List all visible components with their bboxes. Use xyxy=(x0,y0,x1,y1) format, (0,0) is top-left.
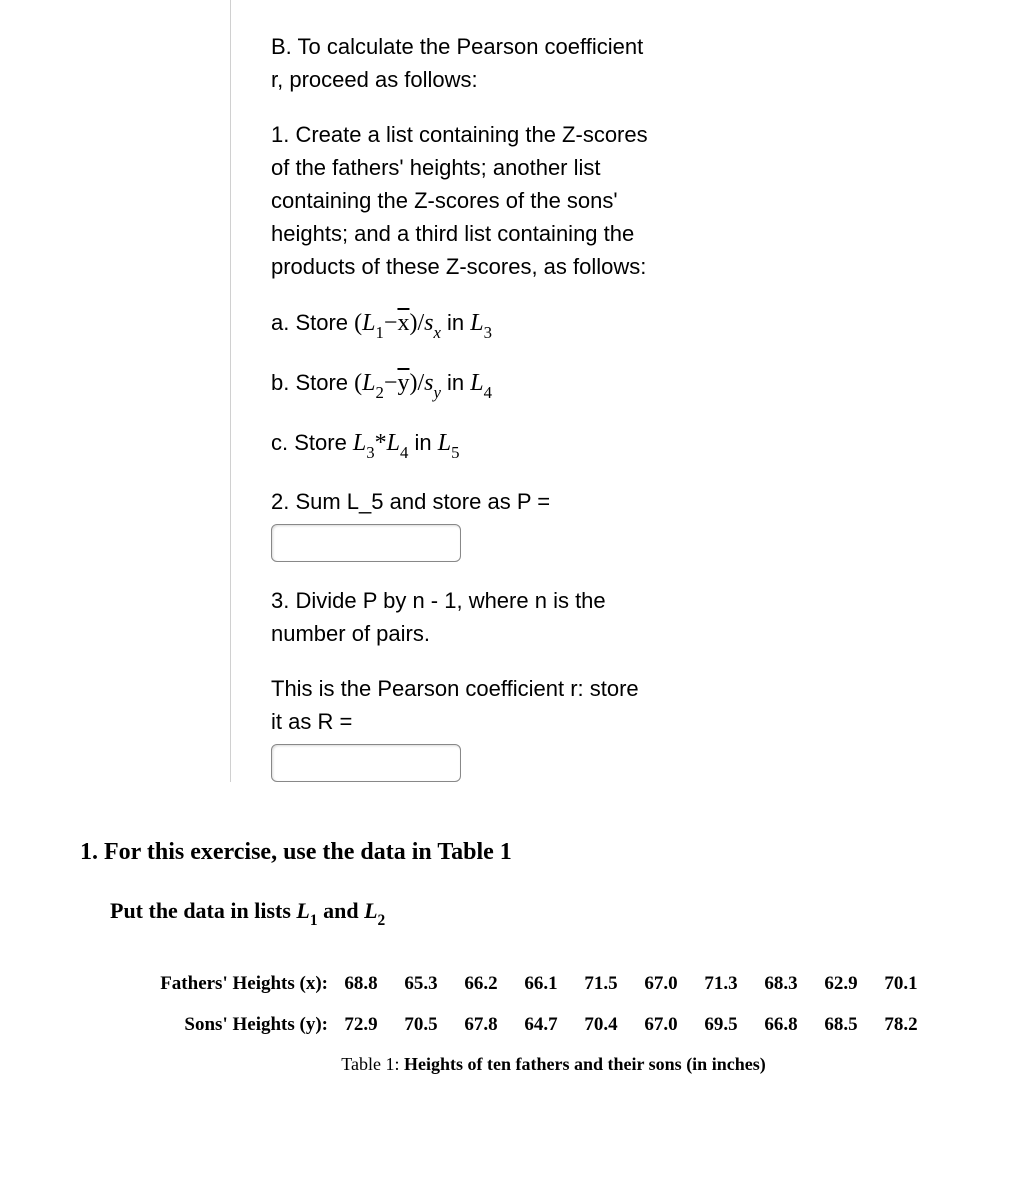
exercise-subtitle: Put the data in lists L1 and L2 xyxy=(110,894,987,931)
intro-text: B. To calculate the Pearson coefficient … xyxy=(271,30,651,96)
data-val: 69.5 xyxy=(700,1011,742,1040)
r-input[interactable] xyxy=(271,744,461,782)
step-1b: b. Store (L2−y)/sy in L4 xyxy=(271,365,651,403)
sons-row: Sons' Heights (y): 72.9 70.5 67.8 64.7 7… xyxy=(120,1011,987,1040)
formula-1c: L3*L4 xyxy=(353,430,409,456)
pearson-text: This is the Pearson coefficient r: store… xyxy=(271,672,651,738)
data-val: 70.5 xyxy=(400,1011,442,1040)
table-caption: Table 1: Heights of ten fathers and thei… xyxy=(120,1051,987,1078)
data-val: 65.3 xyxy=(400,970,442,999)
l4-label: L4 xyxy=(470,370,492,396)
l2-var: L xyxy=(364,898,377,923)
data-val: 68.5 xyxy=(820,1011,862,1040)
caption-prefix: Table 1: xyxy=(341,1054,404,1074)
data-val: 66.1 xyxy=(520,970,562,999)
exercise-title: 1. For this exercise, use the data in Ta… xyxy=(80,834,987,870)
data-table: Fathers' Heights (x): 68.8 65.3 66.2 66.… xyxy=(120,970,987,1078)
data-val: 67.0 xyxy=(640,1011,682,1040)
step1c-in: in xyxy=(408,430,437,455)
instructions-panel: B. To calculate the Pearson coefficient … xyxy=(230,0,1027,782)
data-val: 68.3 xyxy=(760,970,802,999)
data-val: 71.3 xyxy=(700,970,742,999)
pearson-result: This is the Pearson coefficient r: store… xyxy=(271,672,651,782)
l5-label: L5 xyxy=(438,430,460,456)
formula-1b: (L2−y)/sy xyxy=(354,370,441,396)
step-1c: c. Store L3*L4 in L5 xyxy=(271,425,651,463)
fathers-row: Fathers' Heights (x): 68.8 65.3 66.2 66.… xyxy=(120,970,987,999)
data-val: 62.9 xyxy=(820,970,862,999)
fathers-label: Fathers' Heights (x): xyxy=(120,970,340,999)
step1-text: 1. Create a list containing the Z-scores… xyxy=(271,118,651,283)
p-input[interactable] xyxy=(271,524,461,562)
l3-label: L3 xyxy=(470,310,492,336)
l1-var: L xyxy=(296,898,309,923)
fathers-values: 68.8 65.3 66.2 66.1 71.5 67.0 71.3 68.3 … xyxy=(340,970,922,999)
data-val: 67.8 xyxy=(460,1011,502,1040)
section-b-intro: B. To calculate the Pearson coefficient … xyxy=(271,30,651,96)
data-val: 72.9 xyxy=(340,1011,382,1040)
step-2: 2. Sum L_5 and store as P = xyxy=(271,485,651,562)
formula-1a: (L1−x)/sx xyxy=(354,310,441,336)
data-val: 70.4 xyxy=(580,1011,622,1040)
data-val: 78.2 xyxy=(880,1011,922,1040)
exercise-section: 1. For this exercise, use the data in Ta… xyxy=(0,804,1027,1139)
data-val: 67.0 xyxy=(640,970,682,999)
subtitle-and: and xyxy=(318,898,364,923)
sons-values: 72.9 70.5 67.8 64.7 70.4 67.0 69.5 66.8 … xyxy=(340,1011,922,1040)
l1-sub: 1 xyxy=(310,912,318,929)
step1b-prefix: b. Store xyxy=(271,370,354,395)
data-val: 66.8 xyxy=(760,1011,802,1040)
step1a-prefix: a. Store xyxy=(271,310,354,335)
data-val: 71.5 xyxy=(580,970,622,999)
subtitle-prefix: Put the data in lists xyxy=(110,898,296,923)
step2-text: 2. Sum L_5 and store as P = xyxy=(271,485,651,518)
step1a-in: in xyxy=(441,310,470,335)
sons-label: Sons' Heights (y): xyxy=(120,1011,340,1040)
step-1: 1. Create a list containing the Z-scores… xyxy=(271,118,651,283)
step3-text: 3. Divide P by n - 1, where n is the num… xyxy=(271,584,651,650)
data-val: 66.2 xyxy=(460,970,502,999)
data-val: 68.8 xyxy=(340,970,382,999)
data-val: 64.7 xyxy=(520,1011,562,1040)
l2-sub: 2 xyxy=(378,912,386,929)
step-1a: a. Store (L1−x)/sx in L3 xyxy=(271,305,651,343)
caption-text: Heights of ten fathers and their sons (i… xyxy=(404,1054,766,1074)
data-val: 70.1 xyxy=(880,970,922,999)
step1c-prefix: c. Store xyxy=(271,430,353,455)
step1b-in: in xyxy=(441,370,470,395)
step-3: 3. Divide P by n - 1, where n is the num… xyxy=(271,584,651,650)
